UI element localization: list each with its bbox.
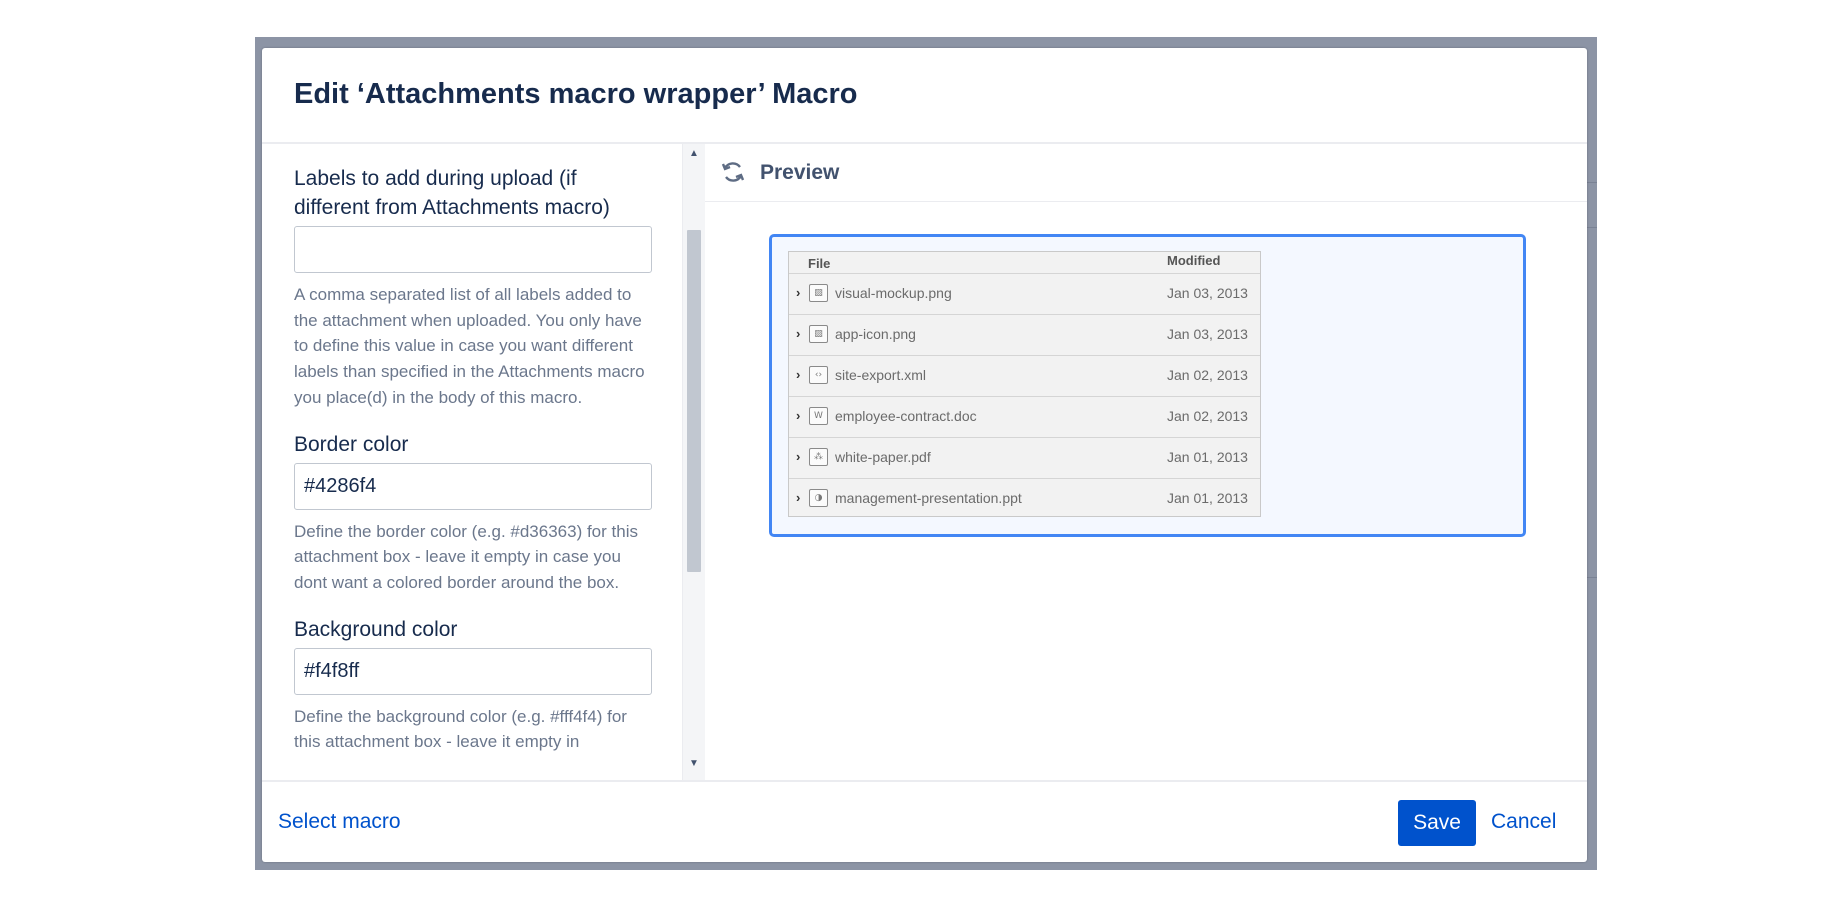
column-header-file[interactable]: File	[808, 256, 830, 271]
image-file-icon: ▨	[809, 284, 828, 302]
dialog-footer: Select macro Save Cancel	[262, 780, 1587, 862]
file-name[interactable]: site-export.xml	[835, 367, 926, 383]
file-name[interactable]: white-paper.pdf	[835, 449, 931, 465]
expand-chevron-icon[interactable]: ›	[796, 408, 800, 423]
file-modified-date: Jan 01, 2013	[1167, 490, 1248, 506]
macro-parameters-panel[interactable]: Labels to add during upload (if differen…	[262, 144, 683, 780]
save-button[interactable]: Save	[1398, 800, 1476, 846]
param-label: Background color	[294, 617, 458, 641]
refresh-icon[interactable]	[720, 159, 746, 185]
cancel-link[interactable]: Cancel	[1491, 810, 1556, 834]
expand-chevron-icon[interactable]: ›	[796, 367, 800, 382]
attachments-preview-box: File Modified › ▨ visual-mockup.png Jan 03,…	[769, 234, 1526, 537]
table-row[interactable]: › ▨ visual-mockup.png Jan 03, 2013	[789, 274, 1260, 315]
column-header-modified[interactable]: Modified	[1167, 253, 1220, 268]
expand-chevron-icon[interactable]: ›	[796, 490, 800, 505]
scroll-thumb[interactable]	[687, 230, 701, 572]
table-row[interactable]: › Wemployee-contract.doc Jan 02, 2013	[789, 397, 1260, 438]
preview-header: Preview	[705, 144, 1587, 202]
param-label: Border color	[294, 432, 409, 456]
table-header: File Modified	[789, 252, 1260, 274]
param-description: A comma separated list of all labels add…	[294, 285, 645, 407]
table-row[interactable]: › ‹› site-export.xml Jan 02, 2013	[789, 356, 1260, 397]
table-row[interactable]: › ⁂ white-paper.pdf Jan 01, 2013	[789, 438, 1260, 479]
param-input[interactable]	[294, 462, 652, 510]
word-file-icon: W	[809, 407, 828, 425]
table-row[interactable]: › ◑ management-presentation.ppt Jan 01, 201…	[789, 479, 1260, 516]
pdf-file-icon: ⁂	[809, 448, 828, 466]
presentation-file-icon: ◑	[809, 489, 828, 507]
file-name[interactable]: app-icon.png	[835, 326, 916, 342]
parameters-scrollbar[interactable]: ▲ ▼	[683, 144, 705, 780]
param-input[interactable]	[294, 647, 652, 695]
preview-title: Preview	[760, 161, 840, 184]
param-input[interactable]	[294, 226, 652, 273]
file-modified-date: Jan 02, 2013	[1167, 408, 1248, 424]
file-modified-date: Jan 03, 2013	[1167, 326, 1248, 342]
expand-chevron-icon[interactable]: ›	[796, 449, 800, 464]
preview-panel: Preview File Modified › ▨ visual-mockup.pn…	[705, 144, 1587, 780]
file-modified-date: Jan 02, 2013	[1167, 367, 1248, 383]
expand-chevron-icon[interactable]: ›	[796, 326, 800, 341]
attachments-table: File Modified › ▨ visual-mockup.png Jan 03,…	[788, 251, 1261, 517]
image-file-icon: ▨	[809, 325, 828, 343]
expand-chevron-icon[interactable]: ›	[796, 285, 800, 300]
param-label: Labels to add during upload (if differen…	[294, 167, 610, 219]
select-macro-link[interactable]: Select macro	[278, 810, 401, 834]
file-modified-date: Jan 03, 2013	[1167, 285, 1248, 301]
edit-macro-dialog: Edit ‘Attachments macro wrapper’ Macro L…	[262, 48, 1587, 862]
dialog-header: Edit ‘Attachments macro wrapper’ Macro	[262, 48, 1587, 144]
xml-file-icon: ‹›	[809, 366, 828, 384]
file-name[interactable]: employee-contract.doc	[835, 408, 977, 424]
file-name[interactable]: visual-mockup.png	[835, 285, 952, 301]
scroll-up-arrow-icon[interactable]: ▲	[683, 144, 705, 164]
file-name[interactable]: management-presentation.ppt	[835, 490, 1022, 506]
table-body: › ▨ visual-mockup.png Jan 03, 2013 › ▨ app-ico…	[789, 274, 1260, 516]
param-description: Define the border color (e.g. #d36363) f…	[294, 521, 638, 592]
table-row[interactable]: › ▨ app-icon.png Jan 03, 2013	[789, 315, 1260, 356]
scroll-down-arrow-icon[interactable]: ▼	[683, 754, 705, 774]
parameter-list: Labels to add during upload (if differen…	[294, 164, 652, 774]
param-description: Define the background color (e.g. #fff4f…	[294, 706, 627, 752]
file-modified-date: Jan 01, 2013	[1167, 449, 1248, 465]
dialog-title: Edit ‘Attachments macro wrapper’ Macro	[294, 78, 858, 110]
